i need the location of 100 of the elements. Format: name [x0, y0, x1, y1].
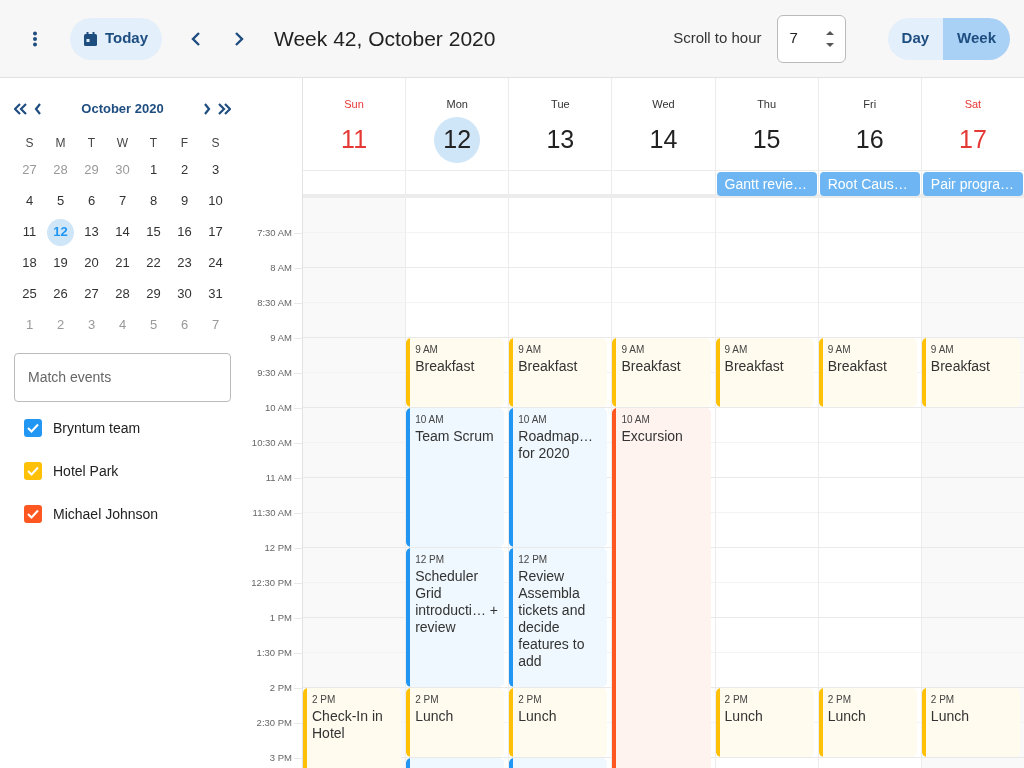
calendar-day[interactable]: 8	[140, 187, 167, 215]
day-number[interactable]: 17	[949, 116, 996, 163]
event-time: 10 AM	[518, 414, 548, 426]
event-card[interactable]: 9 AM Breakfast	[612, 338, 711, 407]
event-card[interactable]: 2 PM Check-In in Hotel	[303, 688, 402, 768]
calendar-checkbox[interactable]	[24, 419, 42, 437]
calendar-day[interactable]: 27	[78, 280, 105, 308]
time-label: 11 AM	[265, 470, 293, 485]
event-title: Lunch	[415, 708, 454, 725]
calendar-day[interactable]: 10	[202, 187, 229, 215]
time-label: 12:30 PM	[251, 575, 293, 590]
event-card[interactable]: 2 PM Lunch	[509, 688, 608, 757]
event-card[interactable]: 2 PM Lunch	[715, 688, 814, 757]
event-card[interactable]: 10 AM Roadmap… for 2020	[509, 408, 608, 547]
match-events-field[interactable]: Match events	[14, 352, 231, 402]
calendar-day[interactable]: 3	[202, 156, 229, 184]
event-time: 2 PM	[518, 694, 543, 706]
hour-field[interactable]: 7	[776, 14, 846, 63]
day-number[interactable]: 16	[846, 116, 893, 163]
next-year-icon[interactable]	[217, 102, 231, 115]
calendar-day[interactable]: 29	[140, 280, 167, 308]
calendar-day[interactable]: 1	[140, 156, 167, 184]
calendar-day[interactable]: 7	[109, 187, 136, 215]
calendar-day[interactable]: 25	[16, 280, 43, 308]
event-card[interactable]: 2 PM Lunch	[818, 688, 917, 757]
next-month-icon[interactable]	[203, 102, 211, 115]
day-name: Fri	[863, 97, 877, 112]
calendar-day[interactable]: 19	[47, 249, 74, 277]
week-title: Week 42, October 2020	[274, 25, 496, 52]
time-label: 8:30 AM	[257, 295, 293, 310]
calendar-checkbox[interactable]	[24, 462, 42, 480]
calendar-day[interactable]: 16	[171, 218, 198, 246]
weekday-label: M	[54, 134, 67, 152]
event-card[interactable]: 9 AM Breakfast	[406, 338, 505, 407]
event-card[interactable]: 12 PM Review Assembla tickets and decide features to add	[509, 548, 608, 687]
calendar-day[interactable]: 28	[109, 280, 136, 308]
calendar-name: Bryntum team	[53, 418, 141, 438]
day-number[interactable]: 12	[434, 116, 481, 163]
event-card[interactable]: 9 AM Breakfast	[715, 338, 814, 407]
calendar-day[interactable]: 14	[109, 218, 136, 246]
calendar-day[interactable]: 9	[171, 187, 198, 215]
previous-month-icon[interactable]	[34, 102, 42, 115]
calendar-day[interactable]: 6	[78, 187, 105, 215]
weekday-label: S	[210, 134, 221, 152]
calendar-day[interactable]: 15	[140, 218, 167, 246]
today-button[interactable]: Today	[70, 17, 162, 60]
calendar-day[interactable]: 2	[171, 156, 198, 184]
calendar-day[interactable]: 11	[16, 218, 43, 246]
day-name: Thu	[757, 97, 777, 112]
calendar-day[interactable]: 26	[47, 280, 74, 308]
time-label: 8 AM	[270, 260, 293, 275]
weekday-label: F	[179, 134, 190, 152]
event-card[interactable]: 12 PM Scheduler Grid introducti… + review	[406, 548, 505, 687]
event-time: 9 AM	[827, 344, 852, 356]
event-card[interactable]: 9 AM Breakfast	[921, 338, 1020, 407]
event-card[interactable]: 10 AM Team Scrum	[406, 408, 505, 547]
menu-icon[interactable]	[32, 30, 38, 47]
previous-week-icon[interactable]	[191, 30, 201, 47]
checkmark-icon	[27, 423, 39, 433]
day-name: Sat	[964, 97, 982, 112]
calendar-checkbox[interactable]	[24, 505, 42, 523]
calendar-day[interactable]: 23	[171, 249, 198, 277]
day-number[interactable]: 13	[537, 116, 584, 163]
view-mode-button[interactable]: Week	[943, 17, 1010, 60]
time-label: 11:30 AM	[252, 505, 293, 520]
event-title: Breakfast	[621, 358, 681, 375]
calendar-day[interactable]: 22	[140, 249, 167, 277]
event-card[interactable]: 9 AM Breakfast	[509, 338, 608, 407]
calendar-day[interactable]: 30	[171, 280, 198, 308]
day-number[interactable]: 15	[743, 116, 790, 163]
month-title: October 2020	[80, 100, 165, 118]
event-title: Roadmap… for 2020	[518, 428, 594, 462]
calendar-day[interactable]: 5	[47, 187, 74, 215]
calendar-day[interactable]: 21	[109, 249, 136, 277]
event-time: 10 AM	[621, 414, 651, 426]
event-title: Scheduler Grid introducti… + review	[415, 568, 499, 636]
event-time: 2 PM	[724, 694, 749, 706]
event-card[interactable]: 2 PM Lunch	[921, 688, 1020, 757]
day-number[interactable]: 11	[331, 116, 378, 163]
calendar-day[interactable]: 20	[78, 249, 105, 277]
event-title: Breakfast	[930, 358, 990, 375]
event-card[interactable]: 9 AM Breakfast	[818, 338, 917, 407]
event-time: 2 PM	[312, 694, 337, 706]
next-week-icon[interactable]	[234, 30, 244, 47]
calendar-day[interactable]: 31	[202, 280, 229, 308]
calendar-icon	[83, 31, 97, 46]
calendar-day[interactable]: 18	[16, 249, 43, 277]
view-mode-button[interactable]: Day	[887, 17, 944, 60]
event-time: 2 PM	[930, 694, 956, 706]
calendar-day[interactable]: 13	[78, 218, 105, 246]
event-time: 9 AM	[621, 344, 646, 356]
time-label: 9 AM	[270, 330, 293, 345]
calendar-day[interactable]: 24	[202, 249, 229, 277]
calendar-day[interactable]: 4	[16, 187, 43, 215]
event-card[interactable]: 2 PM Lunch	[406, 688, 505, 757]
previous-year-icon[interactable]	[14, 102, 28, 115]
day-number[interactable]: 14	[640, 116, 687, 163]
calendar-day[interactable]: 17	[202, 218, 229, 246]
event-title: Breakfast	[827, 358, 887, 375]
event-card[interactable]: 10 AM Excursion	[612, 408, 711, 768]
